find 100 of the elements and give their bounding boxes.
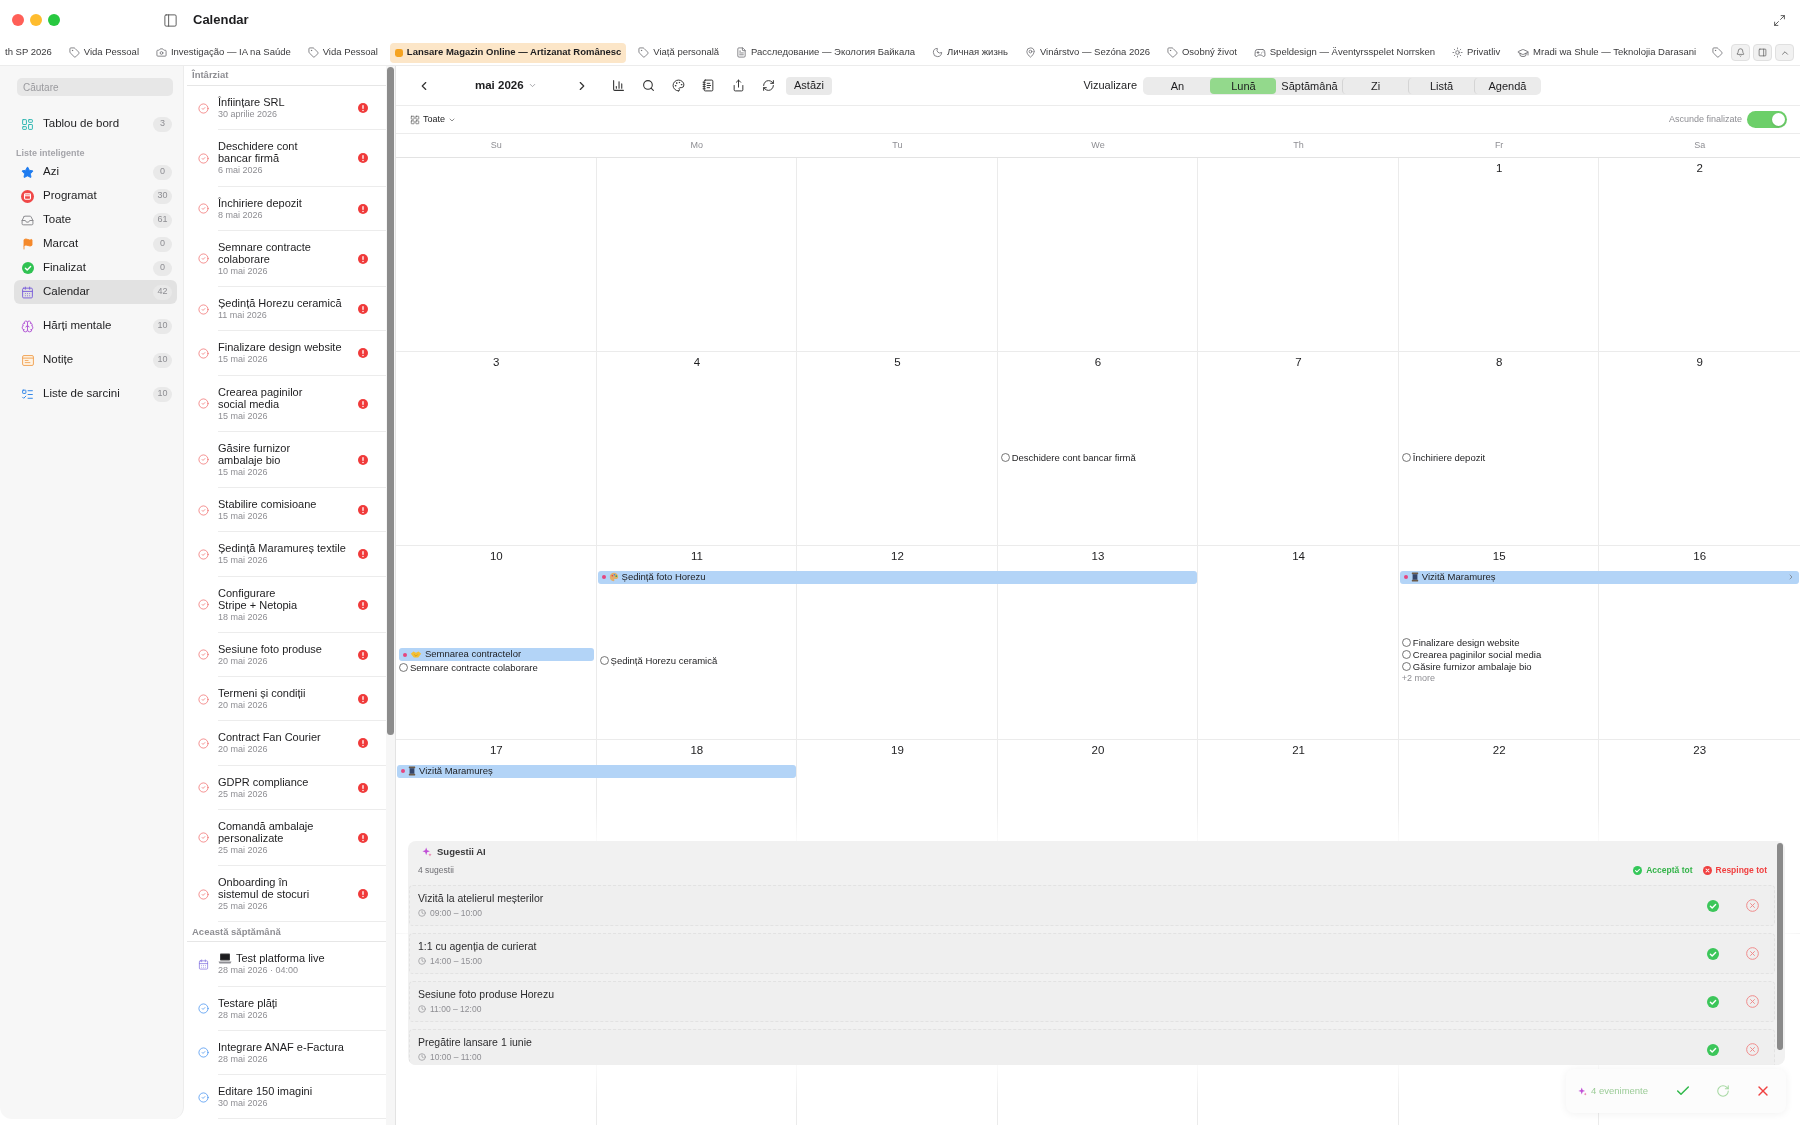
view-tab[interactable]: An [1144, 77, 1210, 94]
event-bar[interactable]: Vizită Maramureș [397, 764, 797, 778]
regenerate-button[interactable] [1714, 1082, 1732, 1100]
collapse-button[interactable] [1775, 44, 1794, 61]
event-bar[interactable]: Vizită Maramureș [1399, 570, 1799, 584]
view-tab[interactable]: Zi [1342, 77, 1408, 94]
scrollbar-thumb[interactable] [387, 67, 394, 735]
view-tab[interactable]: Agendă [1474, 77, 1540, 94]
filter-button[interactable]: Toate [410, 112, 457, 127]
minimize-button[interactable] [30, 14, 42, 26]
check-circle-icon[interactable] [198, 782, 209, 794]
check-circle-icon[interactable] [198, 203, 209, 215]
calendar-task[interactable]: Închiriere depozit [1401, 452, 1597, 463]
view-tab[interactable]: Săptămână [1276, 77, 1342, 94]
event-chip[interactable]: Semnarea contractelor [399, 648, 594, 661]
calendar-task[interactable]: Crearea paginilor social media [1401, 649, 1597, 660]
accept-button[interactable] [1707, 899, 1719, 912]
share-icon [731, 79, 745, 92]
check-circle-icon[interactable] [198, 152, 209, 164]
spool-icon [408, 766, 416, 776]
view-tab[interactable]: Listă [1408, 77, 1474, 94]
suggestion-card[interactable]: Pregătire lansare 1 iunie 10:00 – 11:00 [409, 1029, 1775, 1065]
task-title: Semnare contracte colaborare [218, 240, 312, 265]
scrollbar-thumb[interactable] [1777, 843, 1783, 1050]
event-bar[interactable]: Ședință foto Horezu [597, 570, 1198, 584]
sidebar-item[interactable]: Liste de sarcini 10 [14, 382, 177, 406]
calendar-task[interactable]: Finalizare design website [1401, 637, 1597, 648]
sidebar-item[interactable]: Toate 61 [14, 208, 177, 232]
check-circle-icon[interactable] [198, 1047, 209, 1059]
calendar-task[interactable]: Ședință Horezu ceramică [599, 655, 795, 666]
item-count: 0 [153, 164, 172, 180]
search-field[interactable]: Căutare [17, 78, 173, 96]
check-circle-icon[interactable] [198, 832, 209, 844]
tab[interactable]: Расследование — Экология Байкала [731, 42, 921, 63]
accept-button[interactable] [1707, 995, 1719, 1008]
notifications-button[interactable] [1731, 44, 1750, 61]
check-circle-icon[interactable] [198, 398, 209, 410]
view-tab[interactable]: Lună [1210, 77, 1276, 94]
day-number: 20 [1091, 743, 1105, 759]
reject-button[interactable] [1746, 947, 1759, 960]
check-circle-icon[interactable] [198, 102, 209, 114]
check-circle-icon[interactable] [198, 253, 209, 265]
reject-button[interactable] [1746, 899, 1759, 912]
tab[interactable]: Speldesign — Äventyrsspelet Norrsken [1248, 42, 1441, 63]
sidebar-item[interactable]: Azi 0 [14, 160, 177, 184]
sidebar-item[interactable]: Programat 30 [14, 184, 177, 208]
close-button[interactable] [12, 14, 24, 26]
calendar-task[interactable]: Deschidere cont bancar firmă [1000, 452, 1196, 463]
tab[interactable]: Личная жизнь [926, 42, 1013, 63]
check-circle-icon[interactable] [198, 454, 209, 466]
reject-button[interactable] [1746, 995, 1759, 1008]
panel-button[interactable] [1753, 44, 1772, 61]
check-circle-icon[interactable] [198, 303, 209, 315]
circle-icon [1401, 638, 1411, 647]
reject-button[interactable] [1746, 1043, 1759, 1056]
sidebar-item[interactable]: Finalizat 0 [14, 256, 177, 280]
suggestion-card[interactable]: 1:1 cu agenția de curierat 14:00 – 15:00 [409, 933, 1775, 974]
suggestion-card[interactable]: Sesiune foto produse Horezu 11:00 – 12:00 [409, 981, 1775, 1022]
check-circle-icon[interactable] [198, 599, 209, 611]
sparkle-icon [422, 847, 432, 857]
tab[interactable]: Lansare Magazin Online — Artizanat Românesc [389, 42, 627, 63]
sidebar-item[interactable]: Hărți mentale 10 [14, 314, 177, 338]
check-circle-icon[interactable] [198, 347, 209, 359]
suggestion-card[interactable]: Vizită la atelierul meșterilor 09:00 – 10:00 [409, 885, 1775, 926]
tab[interactable]: Investigação — IA na Saúde [150, 42, 296, 63]
sidebar-toggle-button[interactable] [161, 11, 179, 29]
day-number: 14 [1292, 549, 1305, 565]
check-circle-icon[interactable] [198, 737, 209, 749]
accept-button[interactable] [1707, 1043, 1719, 1056]
check-circle-icon[interactable] [198, 1003, 209, 1015]
calendar-task[interactable]: Semnare contracte colaborare [399, 662, 594, 673]
month-picker[interactable]: mai 2026 [471, 76, 541, 95]
toggle-switch[interactable] [1747, 111, 1787, 128]
task-date: 25 mai 2026 [218, 900, 269, 912]
tab[interactable]: Viață personală [633, 42, 725, 63]
item-count: 10 [153, 352, 172, 368]
sidebar-item[interactable]: Marcat 0 [14, 232, 177, 256]
tab[interactable]: Privatliv [1446, 42, 1506, 63]
check-circle-icon[interactable] [198, 888, 209, 900]
today-button[interactable]: Astăzi [786, 76, 832, 95]
zoom-button[interactable] [48, 14, 60, 26]
sidebar-item[interactable]: Notițe 10 [14, 348, 177, 372]
check-circle-icon[interactable] [198, 504, 209, 516]
tab[interactable]: Mradi wa Shule — Teknolojia Darasani [1512, 42, 1702, 63]
check-circle-icon[interactable] [198, 693, 209, 705]
tab[interactable]: Vinárstvo — Sezóna 2026 [1019, 42, 1156, 63]
tab[interactable]: Vida Pessoal [302, 42, 383, 63]
check-circle-icon[interactable] [198, 649, 209, 661]
calendar-icon[interactable] [198, 958, 209, 970]
more-link[interactable]: +2 more [1401, 673, 1436, 684]
sidebar-item[interactable]: Tablou de bord 3 [14, 112, 177, 136]
alert-icon [358, 889, 368, 899]
check-circle-icon[interactable] [198, 548, 209, 560]
tab[interactable]: th SP 2026 [0, 42, 57, 63]
accept-button[interactable] [1707, 947, 1719, 960]
check-circle-icon[interactable] [198, 1091, 209, 1103]
tab[interactable]: Osobný život [1161, 42, 1242, 63]
tab[interactable]: Vida Pessoal [63, 42, 144, 63]
calendar-task[interactable]: Găsire furnizor ambalaje bio [1401, 661, 1597, 672]
sidebar-item[interactable]: Calendar 42 [14, 280, 177, 304]
